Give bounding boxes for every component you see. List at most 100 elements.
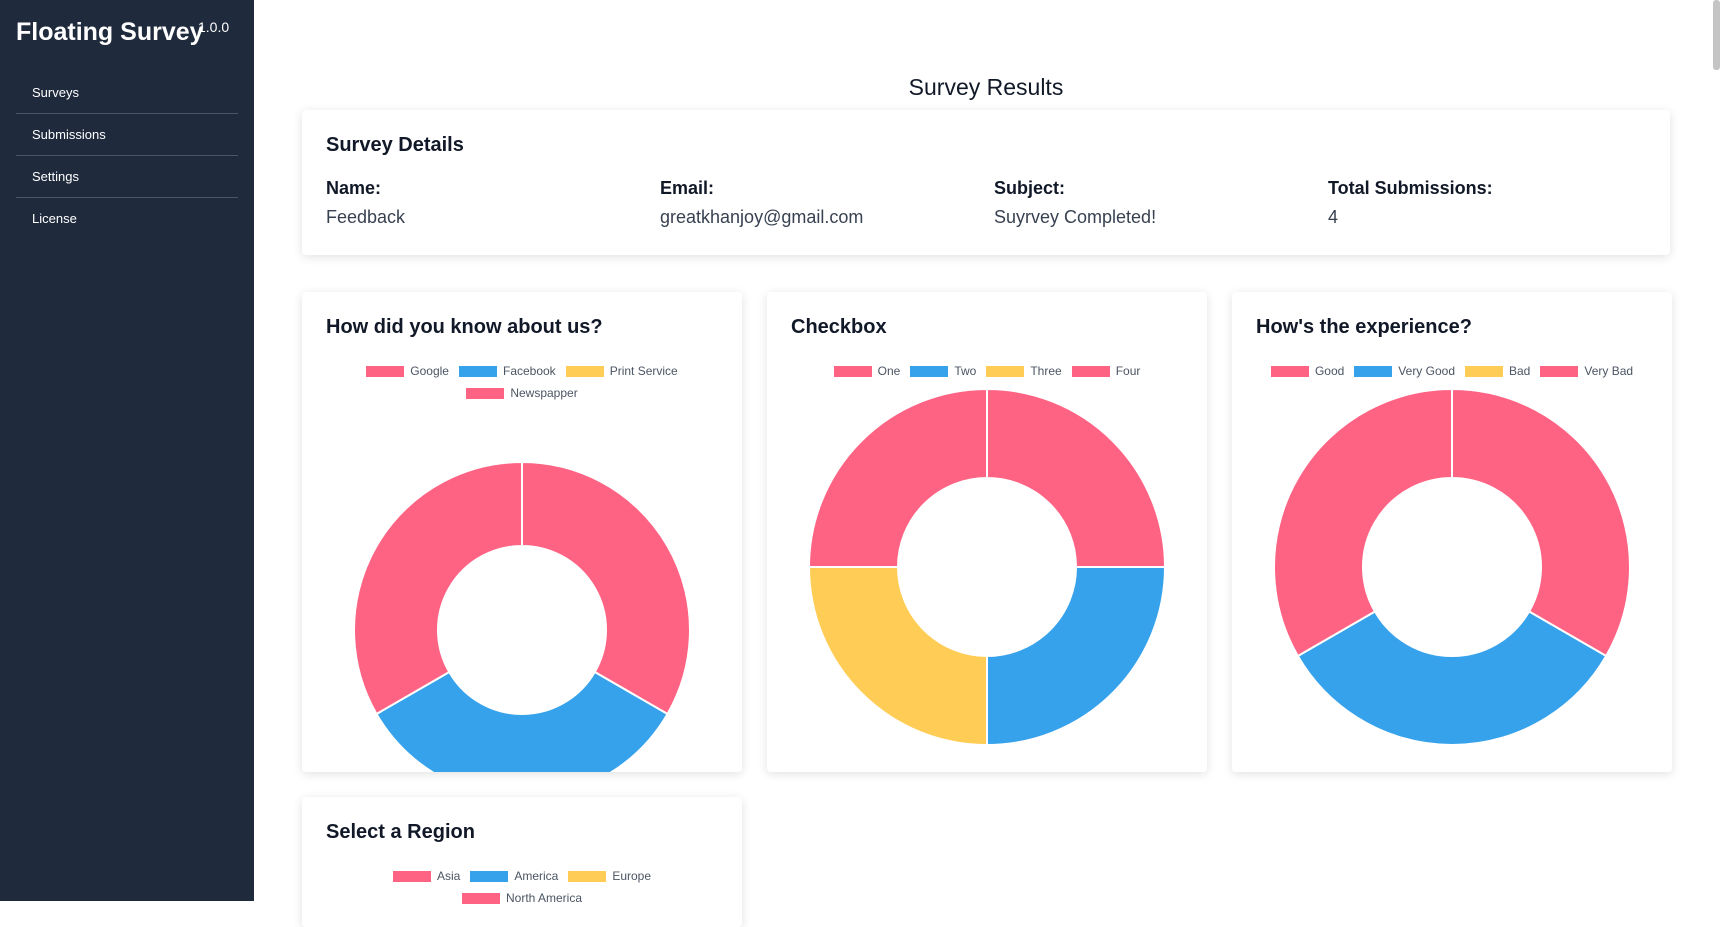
sidebar-item-surveys[interactable]: Surveys [16,72,238,114]
donut-slice-very-bad[interactable] [1273,387,1453,658]
legend-row: North America [302,887,742,909]
chart-legend: Good Very Good Bad Very Bad [1232,360,1672,382]
legend-label: Asia [436,869,461,883]
detail-subject: Subject: Suyrvey Completed! [994,178,1314,228]
legend-label: Very Good [1398,364,1455,378]
legend-swatch [1270,365,1309,377]
app-title[interactable]: Floating Survey [16,18,204,47]
legend-swatch [470,870,509,882]
detail-subject-label: Subject: [994,178,1066,198]
survey-details-heading: Survey Details [326,134,464,156]
detail-name: Name: Feedback [326,178,646,228]
detail-total: Total Submissions: 4 [1328,178,1648,228]
sidebar: Floating Survey 1.0.0 Surveys Submission… [0,0,254,901]
legend-item[interactable]: North America [461,891,583,905]
sidebar-item-submissions[interactable]: Submissions [16,114,238,156]
legend-item[interactable]: Good [1270,364,1345,378]
donut-slice-newspapper[interactable] [353,460,523,716]
legend-swatch [1354,365,1393,377]
legend-swatch [568,870,607,882]
scrollbar-thumb[interactable] [1713,0,1720,70]
chart-card-region: Select a Region Asia America Europe Nort… [302,797,742,927]
detail-name-value: Feedback [326,207,406,227]
legend-label: Facebook [502,364,556,378]
legend-label: Print Service [609,364,678,378]
legend-item[interactable]: Facebook [458,364,556,378]
legend-label: North America [505,891,583,905]
legend-label: Very Bad [1584,364,1634,378]
legend-item[interactable]: Very Good [1354,364,1455,378]
legend-label: Good [1314,364,1345,378]
legend-row: Google Facebook Print Service [302,360,742,382]
legend-item[interactable]: America [470,869,558,883]
legend-row: Good Very Good Bad Very Bad [1232,360,1672,382]
legend-row: Newspapper [302,382,742,404]
chart-title: How did you know about us? [326,316,603,338]
legend-swatch [1540,365,1579,377]
detail-total-label: Total Submissions: [1328,178,1493,198]
legend-row: One Two Three Four [767,360,1207,382]
donut-slice-three[interactable] [807,566,988,747]
legend-swatch [910,365,949,377]
legend-item[interactable]: One [833,364,901,378]
chart-legend: Google Facebook Print Service Newspapper [302,360,742,404]
legend-item[interactable]: Google [366,364,449,378]
legend-label: Newspapper [510,386,578,400]
legend-label: Google [410,364,449,378]
legend-swatch [461,892,500,904]
sidebar-item-license[interactable]: License [16,198,238,240]
chart-legend: Asia America Europe North America [302,865,742,909]
donut-slice-one[interactable] [986,387,1167,568]
donut-slice-google[interactable] [521,460,691,716]
legend-swatch [1465,365,1503,377]
legend-item[interactable]: Newspapper [466,386,578,400]
legend-label: Four [1115,364,1141,378]
chart-card-checkbox: Checkbox One Two Three Four [767,292,1207,772]
legend-label: Bad [1509,364,1531,378]
legend-item[interactable]: Two [910,364,976,378]
app-version: 1.0.0 [198,19,230,35]
detail-email: Email: greatkhanjoy@gmail.com [660,178,980,228]
survey-details-card: Survey Details Name: Feedback Email: gre… [302,110,1670,255]
sidebar-item-settings[interactable]: Settings [16,156,238,198]
legend-item[interactable]: Very Bad [1540,364,1633,378]
legend-label: Europe [612,869,652,883]
detail-subject-value: Suyrvey Completed! [994,207,1157,227]
legend-label: Three [1030,364,1062,378]
legend-item[interactable]: Bad [1465,364,1530,378]
legend-label: Two [954,364,977,378]
legend-label: One [877,364,901,378]
legend-label: America [514,869,559,883]
detail-total-value: 4 [1328,207,1339,227]
legend-row: Asia America Europe [302,865,742,887]
legend-item[interactable]: Asia [392,869,461,883]
chart-card-know-about-us: How did you know about us? Google Facebo… [302,292,742,772]
donut-slice-four[interactable] [807,387,988,568]
chart-title: Select a Region [326,821,475,843]
chart-legend: One Two Three Four [767,360,1207,382]
detail-email-value: greatkhanjoy@gmail.com [660,207,864,227]
detail-name-label: Name: [326,178,382,198]
legend-swatch [458,365,497,377]
legend-item[interactable]: Four [1071,364,1141,378]
legend-item[interactable]: Three [986,364,1062,378]
legend-swatch [366,365,405,377]
chart-title: How's the experience? [1256,316,1472,338]
donut-slice-facebook[interactable] [375,670,669,772]
legend-swatch [466,387,505,399]
donut-slice-very-good[interactable] [1296,610,1608,746]
donut-slice-two[interactable] [986,566,1167,747]
legend-swatch [392,870,431,882]
legend-item[interactable]: Print Service [565,364,678,378]
legend-swatch [833,365,872,377]
page-title: Survey Results [908,74,1064,100]
sidebar-menu: Surveys Submissions Settings License [16,72,238,240]
legend-swatch [1071,365,1110,377]
chart-card-experience: How's the experience? Good Very Good Bad… [1232,292,1672,772]
donut-slice-good[interactable] [1451,387,1631,658]
legend-swatch [986,365,1025,377]
chart-title: Checkbox [791,316,887,338]
legend-swatch [565,365,604,377]
legend-item[interactable]: Europe [568,869,651,883]
scrollbar[interactable] [1713,0,1720,901]
